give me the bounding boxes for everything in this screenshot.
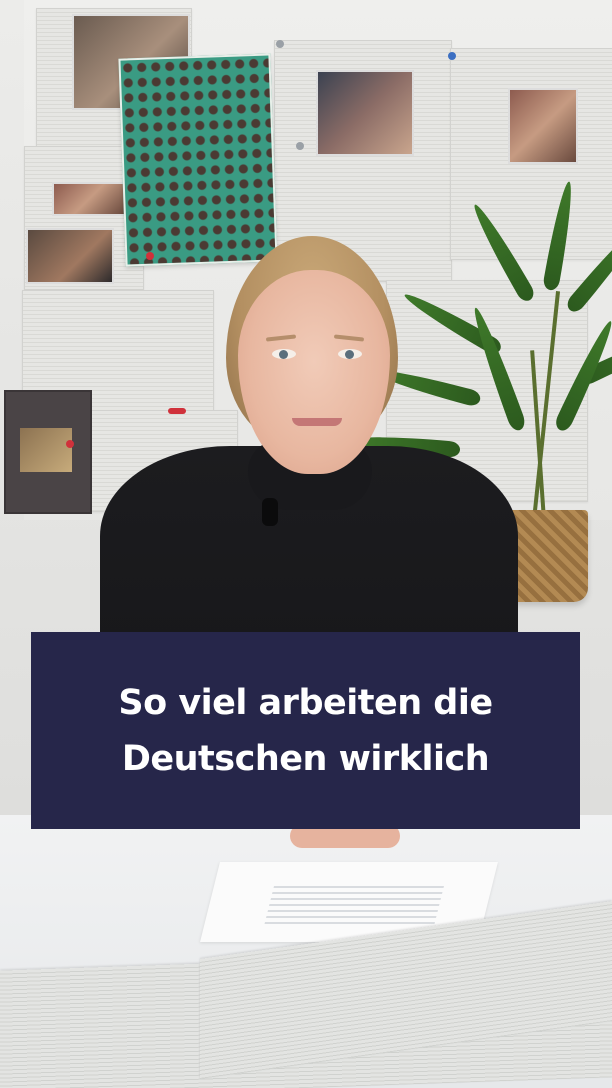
green-poster bbox=[118, 53, 278, 267]
pushpin bbox=[276, 40, 284, 48]
caption-line-2: Deutschen wirklich bbox=[121, 738, 490, 779]
pushpin bbox=[448, 52, 456, 60]
caption-line-1: So viel arbeiten die bbox=[118, 682, 493, 723]
pushpin bbox=[168, 408, 186, 414]
eye bbox=[338, 349, 362, 359]
lapel-microphone bbox=[262, 498, 278, 526]
pushpin bbox=[66, 440, 74, 448]
framed-picture bbox=[4, 390, 92, 514]
eye bbox=[272, 349, 296, 359]
clipping-photo bbox=[508, 88, 578, 164]
video-frame: So viel arbeiten die Deutschen wirklich bbox=[0, 0, 612, 1088]
caption-banner: So viel arbeiten die Deutschen wirklich bbox=[31, 632, 580, 829]
caption-title: So viel arbeiten die Deutschen wirklich bbox=[118, 675, 493, 787]
clipping-photo bbox=[316, 70, 414, 156]
clipping-photo bbox=[26, 228, 114, 284]
mouth bbox=[292, 418, 342, 426]
pushpin bbox=[296, 142, 304, 150]
pushpin bbox=[146, 252, 154, 260]
clipping-photo bbox=[52, 182, 126, 216]
